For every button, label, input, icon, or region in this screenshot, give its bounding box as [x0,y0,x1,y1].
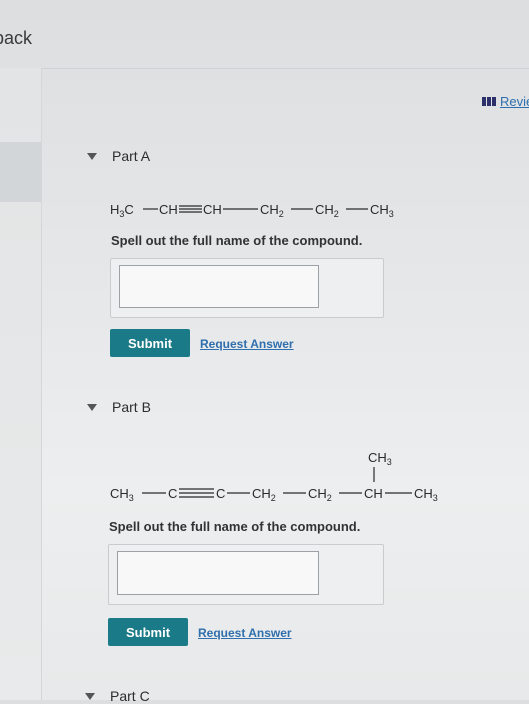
part-c-label: Part C [110,688,150,704]
part-b-header[interactable]: Part B [87,399,151,415]
svg-text:CH2: CH2 [308,486,332,503]
svg-text:CH3: CH3 [110,486,134,503]
part-b-answer-panel [108,544,384,605]
svg-text:CH: CH [364,486,383,501]
part-b-label: Part B [112,399,151,415]
part-a-instruction: Spell out the full name of the compound. [111,233,363,248]
part-b-structure: CH3 CH3 C C CH2 CH2 CH CH3 [110,448,450,504]
header-divider [0,68,529,69]
svg-text:CH: CH [203,202,222,217]
review-label[interactable]: Revie [500,94,529,109]
part-b-request-answer-link[interactable]: Request Answer [198,626,292,640]
svg-text:CH2: CH2 [252,486,276,503]
left-rail [0,68,42,700]
part-b-answer-input[interactable] [117,551,319,595]
svg-text:CH2: CH2 [315,202,339,219]
part-a-request-answer-link[interactable]: Request Answer [200,337,294,351]
svg-text:CH2: CH2 [260,202,284,219]
caret-down-icon[interactable] [85,692,95,700]
caret-down-icon[interactable] [87,403,97,411]
review-link[interactable]: Revie [482,94,529,109]
svg-text:CH3: CH3 [370,202,394,219]
part-a-header[interactable]: Part A [87,148,150,164]
left-rail-tab[interactable] [0,142,41,202]
svg-text:CH3: CH3 [414,486,438,503]
svg-text:H3C: H3C [110,202,134,219]
part-c-header[interactable]: Part C [85,688,150,704]
review-list-icon [482,97,496,106]
part-b-submit-button[interactable]: Submit [108,618,188,646]
caret-down-icon[interactable] [87,152,97,160]
part-a-answer-input[interactable] [119,265,319,308]
svg-text:CH3: CH3 [368,450,392,467]
part-b-instruction: Spell out the full name of the compound. [109,519,361,534]
part-a-submit-button[interactable]: Submit [110,329,190,357]
part-a-answer-panel [110,258,384,318]
part-a-label: Part A [112,148,151,164]
svg-text:CH: CH [159,202,178,217]
part-a-structure: H3C CH CH CH2 CH2 CH3 [110,198,410,220]
svg-text:C: C [168,486,177,501]
back-link[interactable]: back [0,28,32,49]
svg-text:C: C [216,486,225,501]
